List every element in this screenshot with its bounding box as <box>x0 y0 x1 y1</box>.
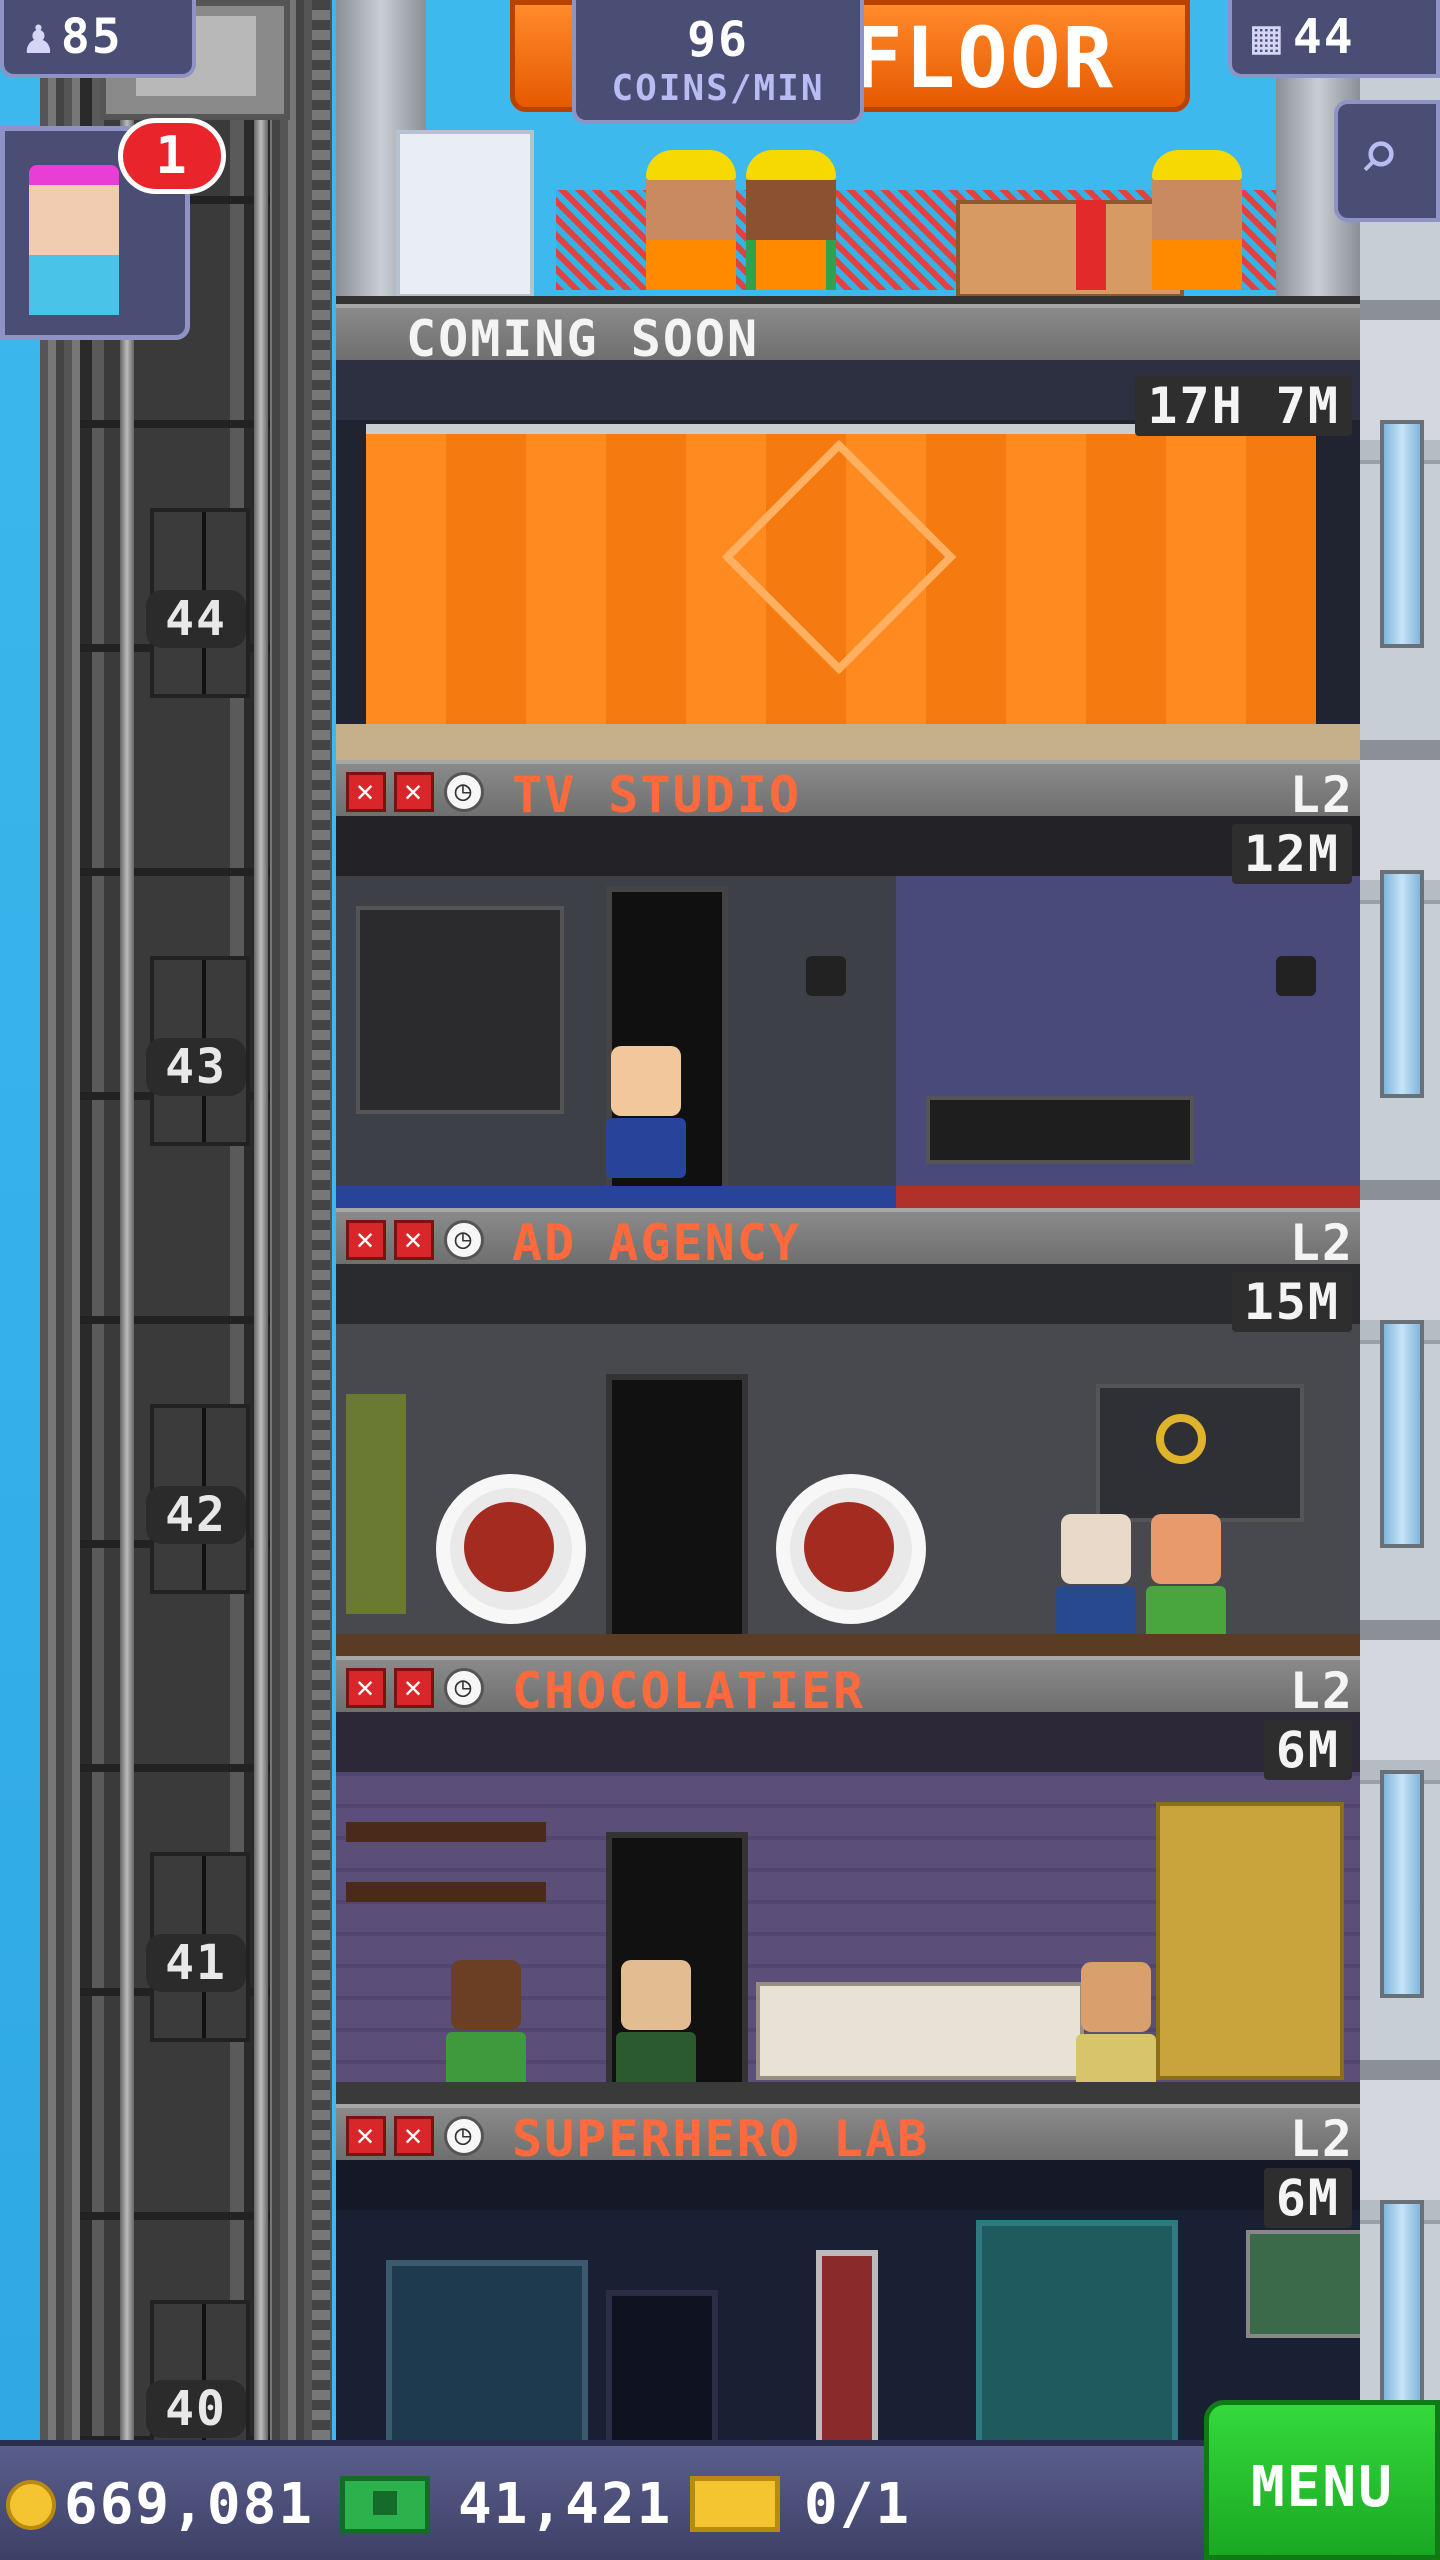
elevator-cable-right <box>254 0 268 2440</box>
floor-header: COMING SOON <box>336 304 1360 368</box>
sky-background <box>0 0 40 2440</box>
worker[interactable] <box>1076 1962 1156 2094</box>
worker[interactable] <box>616 1960 696 2092</box>
elevator-track <box>312 0 330 2440</box>
coins-per-min-panel: 96 COINS/MIN <box>572 0 864 124</box>
worker[interactable] <box>1146 1514 1226 1646</box>
floor-number-label: 41 <box>146 1934 246 1992</box>
floor-header: ✕ ✕ ◷ TV STUDIO L2 <box>336 760 1360 824</box>
missing-worker-icon: ✕ <box>346 772 386 812</box>
person-icon: ♟ <box>24 9 55 65</box>
ring-icon <box>1156 1414 1206 1464</box>
construction-sign-icon <box>721 439 957 675</box>
studio-lamp-icon <box>806 956 846 996</box>
floor-superhero-lab[interactable]: ✕ ✕ ◷ SUPERHERO LAB L2 6M <box>336 2104 1360 2440</box>
exterior-window <box>1380 420 1424 648</box>
missing-worker-icon: ✕ <box>346 2116 386 2156</box>
coins-value[interactable]: 669,081 <box>64 2472 314 2537</box>
population-value: 85 <box>60 9 123 65</box>
bux-icon <box>340 2476 430 2534</box>
exterior-window <box>1380 870 1424 1098</box>
chocolate-machine-icon <box>1156 1802 1344 2080</box>
bux-value[interactable]: 41,421 <box>458 2472 672 2537</box>
floor-tv-studio[interactable]: ✕ ✕ ◷ TV STUDIO L2 12M <box>336 760 1360 1208</box>
construction-timer: 17H 7M <box>1135 376 1352 436</box>
avatar <box>29 165 119 315</box>
search-button[interactable]: ⌕ <box>1334 100 1440 222</box>
exterior-window <box>1380 1320 1424 1548</box>
population-counter[interactable]: ♟ 85 <box>0 0 196 78</box>
ad-agency-room <box>336 1264 1360 1656</box>
floor-header: ✕ ✕ ◷ CHOCOLATIER L2 <box>336 1656 1360 1720</box>
coins-per-min-label: COINS/MIN <box>611 67 825 109</box>
clock-icon: ◷ <box>444 772 484 812</box>
tv-studio-room <box>336 816 1360 1208</box>
missing-worker-icon: ✕ <box>394 2116 434 2156</box>
notification-badge: 1 <box>118 118 226 194</box>
floor-count-value: 44 <box>1292 9 1355 65</box>
worker[interactable] <box>446 1960 526 2092</box>
missing-worker-icon: ✕ <box>346 1668 386 1708</box>
floor-ad-agency[interactable]: ✕ ✕ ◷ AD AGENCY L2 15M <box>336 1208 1360 1656</box>
worker[interactable] <box>606 1046 686 1178</box>
floor-header: ✕ ✕ ◷ AD AGENCY L2 <box>336 1208 1360 1272</box>
elevator-cable-left <box>120 0 134 2440</box>
floor-chocolatier[interactable]: ✕ ✕ ◷ CHOCOLATIER L2 6M <box>336 1656 1360 2104</box>
floor-timer: 15M <box>1231 1272 1352 1332</box>
worker[interactable] <box>1056 1514 1136 1646</box>
construction-tarp <box>366 434 1316 732</box>
menu-button[interactable]: MENU <box>1204 2400 1440 2560</box>
clock-icon: ◷ <box>444 1668 484 1708</box>
floor-header: ✕ ✕ ◷ SUPERHERO LAB L2 <box>336 2104 1360 2168</box>
floor-number-label: 42 <box>146 1486 246 1544</box>
floor-timer: 6M <box>1263 1720 1352 1780</box>
floor-timer: 6M <box>1263 2168 1352 2228</box>
floor-number-label: 44 <box>146 590 246 648</box>
floor-coming-soon[interactable]: COMING SOON 17H 7M <box>336 304 1360 760</box>
missing-worker-icon: ✕ <box>394 1668 434 1708</box>
worker[interactable] <box>1152 150 1242 290</box>
clock-icon: ◷ <box>444 2116 484 2156</box>
floor-count-panel[interactable]: ▦ 44 <box>1228 0 1440 78</box>
chocolatier-room <box>336 1712 1360 2104</box>
building-icon: ▦ <box>1252 9 1283 65</box>
build-floor-label: FLOOR <box>852 9 1115 107</box>
studio-lamp-icon <box>1276 956 1316 996</box>
superhero-lab-room <box>336 2160 1360 2440</box>
globe-screen-icon <box>976 2220 1178 2440</box>
missing-worker-icon: ✕ <box>394 1220 434 1260</box>
floor-timer: 12M <box>1231 824 1352 884</box>
egg-chair-icon <box>436 1474 586 1624</box>
egg-chair-icon <box>776 1474 926 1624</box>
floor-number-label: 40 <box>146 2380 246 2438</box>
building-exterior-right <box>1360 0 1440 2440</box>
exterior-window <box>1380 2200 1424 2428</box>
missing-worker-icon: ✕ <box>346 1220 386 1260</box>
elevator-shaft[interactable] <box>80 0 270 2440</box>
menu-label: MENU <box>1251 2455 1394 2520</box>
worker[interactable] <box>746 150 836 290</box>
exterior-window <box>1380 1770 1424 1998</box>
coins-per-min-value: 96 <box>687 11 749 68</box>
tickets-value[interactable]: 0/1 <box>804 2472 911 2537</box>
missing-worker-icon: ✕ <box>394 772 434 812</box>
magnifier-icon: ⌕ <box>1358 114 1401 196</box>
worker[interactable] <box>646 150 736 290</box>
plant-icon <box>346 1394 406 1614</box>
floor-number-label: 43 <box>146 1038 246 1096</box>
dna-tube-icon <box>816 2250 878 2440</box>
clock-icon: ◷ <box>444 1220 484 1260</box>
notification-count: 1 <box>155 126 189 186</box>
ticket-icon <box>690 2476 780 2532</box>
coin-icon <box>6 2480 56 2530</box>
